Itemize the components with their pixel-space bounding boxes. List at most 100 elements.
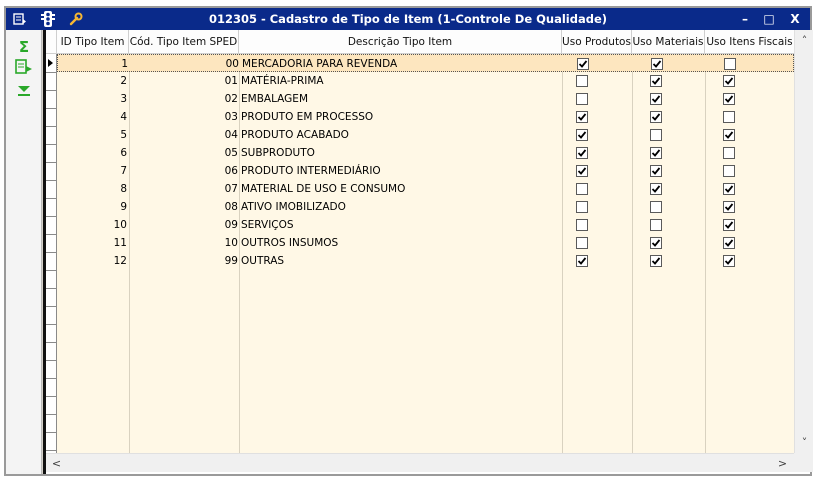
uso-materiais-checkbox[interactable] bbox=[650, 165, 662, 177]
uso-itens-fiscais-checkbox[interactable] bbox=[723, 129, 735, 141]
table-row[interactable]: 3 02 EMBALAGEM bbox=[57, 90, 794, 108]
column-header-sped[interactable]: Cód. Tipo Item SPED bbox=[129, 30, 239, 54]
cell-description[interactable]: SUBPRODUTO bbox=[241, 144, 561, 162]
column-header-uso-materiais[interactable]: Uso Materiais bbox=[632, 30, 705, 54]
uso-materiais-checkbox[interactable] bbox=[650, 93, 662, 105]
cell-sped[interactable]: 09 bbox=[129, 216, 238, 234]
cell-description[interactable]: SERVIÇOS bbox=[241, 216, 561, 234]
cell-description[interactable]: ATIVO IMOBILIZADO bbox=[241, 198, 561, 216]
cell-id[interactable]: 6 bbox=[57, 144, 127, 162]
uso-produtos-checkbox[interactable] bbox=[576, 93, 588, 105]
uso-materiais-checkbox[interactable] bbox=[650, 255, 662, 267]
cell-id[interactable]: 7 bbox=[57, 162, 127, 180]
uso-itens-fiscais-checkbox[interactable] bbox=[723, 75, 735, 87]
cell-description[interactable]: MATÉRIA-PRIMA bbox=[241, 72, 561, 90]
cell-description[interactable]: OUTROS INSUMOS bbox=[241, 234, 561, 252]
table-row[interactable]: 12 99 OUTRAS bbox=[57, 252, 794, 270]
uso-materiais-checkbox[interactable] bbox=[650, 201, 662, 213]
scroll-down-button[interactable]: ˅ bbox=[796, 434, 813, 451]
cell-sped[interactable]: 07 bbox=[129, 180, 238, 198]
traffic-light-icon[interactable] bbox=[40, 11, 56, 27]
cell-sped[interactable]: 04 bbox=[129, 126, 238, 144]
uso-itens-fiscais-checkbox[interactable] bbox=[723, 147, 735, 159]
uso-itens-fiscais-checkbox[interactable] bbox=[723, 111, 735, 123]
table-row[interactable]: 8 07 MATERIAL DE USO E CONSUMO bbox=[57, 180, 794, 198]
export-icon[interactable] bbox=[14, 58, 34, 76]
uso-materiais-checkbox[interactable] bbox=[650, 237, 662, 249]
cell-id[interactable]: 4 bbox=[57, 108, 127, 126]
minimize-button[interactable]: – bbox=[734, 10, 756, 28]
uso-materiais-checkbox[interactable] bbox=[650, 75, 662, 87]
cell-sped[interactable]: 05 bbox=[129, 144, 238, 162]
uso-itens-fiscais-checkbox[interactable] bbox=[723, 219, 735, 231]
uso-produtos-checkbox[interactable] bbox=[576, 255, 588, 267]
uso-materiais-checkbox[interactable] bbox=[650, 129, 662, 141]
cell-id[interactable]: 2 bbox=[57, 72, 127, 90]
table-row[interactable]: 10 09 SERVIÇOS bbox=[57, 216, 794, 234]
uso-itens-fiscais-checkbox[interactable] bbox=[723, 165, 735, 177]
cell-id[interactable]: 11 bbox=[57, 234, 127, 252]
cell-description[interactable]: PRODUTO ACABADO bbox=[241, 126, 561, 144]
column-header-uso-itens-fiscais[interactable]: Uso Itens Fiscais bbox=[705, 30, 794, 54]
uso-materiais-checkbox[interactable] bbox=[650, 147, 662, 159]
column-header-description[interactable]: Descrição Tipo Item bbox=[239, 30, 562, 54]
scroll-up-button[interactable]: ˄ bbox=[796, 32, 813, 49]
uso-materiais-checkbox[interactable] bbox=[650, 111, 662, 123]
uso-produtos-checkbox[interactable] bbox=[576, 129, 588, 141]
cell-description[interactable]: MATERIAL DE USO E CONSUMO bbox=[241, 180, 561, 198]
uso-itens-fiscais-checkbox[interactable] bbox=[723, 255, 735, 267]
uso-produtos-checkbox[interactable] bbox=[576, 75, 588, 87]
cell-description[interactable]: OUTRAS bbox=[241, 252, 561, 270]
uso-produtos-checkbox[interactable] bbox=[576, 111, 588, 123]
uso-produtos-checkbox[interactable] bbox=[576, 219, 588, 231]
cell-sped[interactable]: 01 bbox=[129, 72, 238, 90]
uso-produtos-checkbox[interactable] bbox=[576, 183, 588, 195]
cell-sped[interactable]: 06 bbox=[129, 162, 238, 180]
cell-description[interactable]: EMBALAGEM bbox=[241, 90, 561, 108]
uso-materiais-checkbox[interactable] bbox=[651, 58, 663, 70]
cell-id[interactable]: 12 bbox=[57, 252, 127, 270]
cell-description[interactable]: PRODUTO INTERMEDIÁRIO bbox=[241, 162, 561, 180]
cell-sped[interactable]: 03 bbox=[129, 108, 238, 126]
cell-id[interactable]: 1 bbox=[58, 55, 128, 73]
cell-description[interactable]: MERCADORIA PARA REVENDA bbox=[242, 55, 562, 73]
cell-description[interactable]: PRODUTO EM PROCESSO bbox=[241, 108, 561, 126]
column-header-uso-produtos[interactable]: Uso Produtos bbox=[562, 30, 632, 54]
uso-itens-fiscais-checkbox[interactable] bbox=[723, 201, 735, 213]
uso-materiais-checkbox[interactable] bbox=[650, 219, 662, 231]
table-row[interactable]: 9 08 ATIVO IMOBILIZADO bbox=[57, 198, 794, 216]
filter-icon[interactable] bbox=[14, 82, 34, 100]
vertical-scrollbar[interactable]: ˄ ˅ bbox=[794, 30, 813, 453]
table-row[interactable]: 2 01 MATÉRIA-PRIMA bbox=[57, 72, 794, 90]
menu-icon[interactable] bbox=[12, 11, 28, 27]
close-button[interactable]: X bbox=[784, 10, 806, 28]
table-row[interactable]: 11 10 OUTROS INSUMOS bbox=[57, 234, 794, 252]
uso-itens-fiscais-checkbox[interactable] bbox=[723, 93, 735, 105]
cell-id[interactable]: 9 bbox=[57, 198, 127, 216]
table-row[interactable]: 7 06 PRODUTO INTERMEDIÁRIO bbox=[57, 162, 794, 180]
maximize-button[interactable]: □ bbox=[758, 10, 780, 28]
uso-materiais-checkbox[interactable] bbox=[650, 183, 662, 195]
scroll-right-button[interactable]: > bbox=[774, 455, 791, 472]
uso-produtos-checkbox[interactable] bbox=[576, 237, 588, 249]
uso-produtos-checkbox[interactable] bbox=[577, 58, 589, 70]
cell-sped[interactable]: 08 bbox=[129, 198, 238, 216]
uso-produtos-checkbox[interactable] bbox=[576, 201, 588, 213]
cell-id[interactable]: 3 bbox=[57, 90, 127, 108]
cell-sped[interactable]: 00 bbox=[130, 55, 239, 73]
cell-sped[interactable]: 10 bbox=[129, 234, 238, 252]
uso-itens-fiscais-checkbox[interactable] bbox=[723, 237, 735, 249]
uso-itens-fiscais-checkbox[interactable] bbox=[724, 58, 736, 70]
table-row[interactable]: 5 04 PRODUTO ACABADO bbox=[57, 126, 794, 144]
table-row[interactable]: 6 05 SUBPRODUTO bbox=[57, 144, 794, 162]
cell-id[interactable]: 8 bbox=[57, 180, 127, 198]
wrench-icon[interactable] bbox=[68, 11, 84, 27]
table-row[interactable]: 4 03 PRODUTO EM PROCESSO bbox=[57, 108, 794, 126]
column-header-id[interactable]: ID Tipo Item bbox=[57, 30, 129, 54]
uso-produtos-checkbox[interactable] bbox=[576, 165, 588, 177]
sigma-icon[interactable]: Σ bbox=[14, 38, 34, 56]
cell-sped[interactable]: 02 bbox=[129, 90, 238, 108]
uso-produtos-checkbox[interactable] bbox=[576, 147, 588, 159]
table-row[interactable]: 1 00 MERCADORIA PARA REVENDA bbox=[57, 54, 794, 72]
scroll-left-button[interactable]: < bbox=[48, 455, 65, 472]
